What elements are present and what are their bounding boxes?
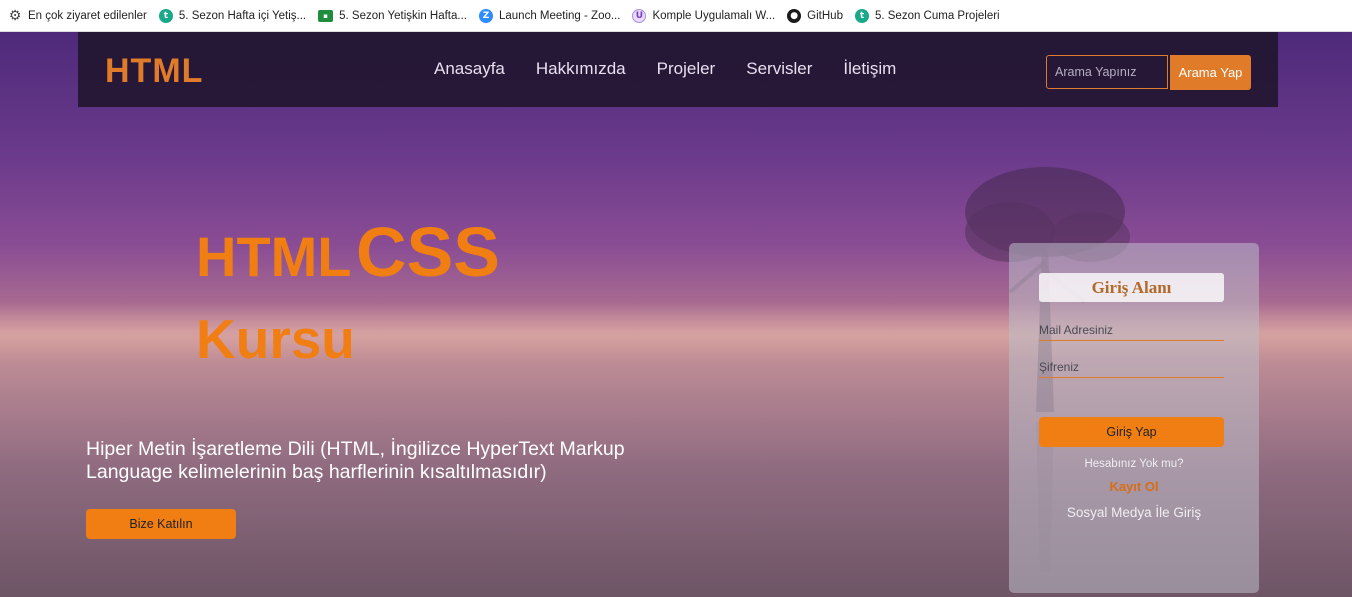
t-icon: t (854, 8, 869, 23)
login-title: Giriş Alanı (1039, 273, 1224, 302)
hero-section: HTML Anasayfa Hakkımızda Projeler Servis… (0, 32, 1352, 597)
social-login-link[interactable]: Sosyal Medya İle Giriş (1009, 505, 1259, 520)
gear-icon: ⚙ (8, 7, 22, 24)
classroom-icon: ▪ (318, 9, 334, 22)
zoom-icon: Z (478, 8, 493, 23)
hero-title-kursu: Kursu (196, 308, 355, 370)
password-field[interactable] (1039, 356, 1224, 378)
search-input[interactable] (1046, 55, 1168, 89)
bookmark-github[interactable]: ● GitHub (787, 5, 843, 27)
signup-link[interactable]: Kayıt Ol (1009, 479, 1259, 494)
join-button[interactable]: Bize Katılın (86, 509, 236, 539)
bookmark-label: Komple Uygulamalı W... (652, 9, 776, 22)
bookmark-yetiskin[interactable]: ▪ 5. Sezon Yetişkin Hafta... (318, 5, 467, 27)
login-button[interactable]: Giriş Yap (1039, 417, 1224, 447)
site-logo[interactable]: HTML (105, 52, 203, 91)
bookmarks-bar: ⚙ En çok ziyaret edilenler t 5. Sezon Ha… (0, 0, 1352, 32)
no-account-text: Hesabınız Yok mu? (1084, 458, 1184, 470)
menu-item-hakkimizda[interactable]: Hakkımızda (536, 59, 626, 79)
menu-item-iletisim[interactable]: İletişim (843, 59, 896, 79)
hero-description: Hiper Metin İşaretleme Dili (HTML, İngil… (86, 438, 625, 484)
github-icon: ● (787, 8, 802, 23)
email-field[interactable] (1039, 319, 1224, 341)
udemy-icon: U (632, 8, 647, 23)
bookmark-label: Launch Meeting - Zoo... (498, 9, 621, 22)
bookmark-label: GitHub (807, 9, 843, 22)
bookmark-zoom[interactable]: Z Launch Meeting - Zoo... (478, 5, 621, 27)
menu-item-anasayfa[interactable]: Anasayfa (434, 59, 505, 79)
bookmark-udemy[interactable]: U Komple Uygulamalı W... (632, 5, 775, 27)
hero-title: HTML CSS (196, 217, 500, 287)
bookmark-label: 5. Sezon Yetişkin Hafta... (339, 9, 467, 22)
search-button[interactable]: Arama Yap (1170, 55, 1251, 90)
bookmark-label: En çok ziyaret edilenler (28, 9, 147, 22)
menu-item-servisler[interactable]: Servisler (746, 59, 812, 79)
main-menu: Anasayfa Hakkımızda Projeler Servisler İ… (434, 59, 927, 79)
bookmark-most-visited[interactable]: ⚙ En çok ziyaret edilenler (8, 5, 147, 27)
t-icon: t (158, 8, 173, 23)
bookmark-label: 5. Sezon Hafta içi Yetiş... (178, 9, 307, 22)
menu-item-projeler[interactable]: Projeler (657, 59, 716, 79)
hero-title-html: HTML (196, 225, 352, 288)
bookmark-hafta-ici[interactable]: t 5. Sezon Hafta içi Yetiş... (158, 5, 307, 27)
navbar: HTML Anasayfa Hakkımızda Projeler Servis… (78, 32, 1278, 107)
bookmark-cuma[interactable]: t 5. Sezon Cuma Projeleri (854, 5, 1000, 27)
hero-title-css: CSS (355, 213, 500, 291)
login-panel: Giriş Alanı Giriş Yap Hesabınız Yok mu? … (1009, 243, 1259, 593)
bookmark-label: 5. Sezon Cuma Projeleri (874, 9, 1000, 22)
